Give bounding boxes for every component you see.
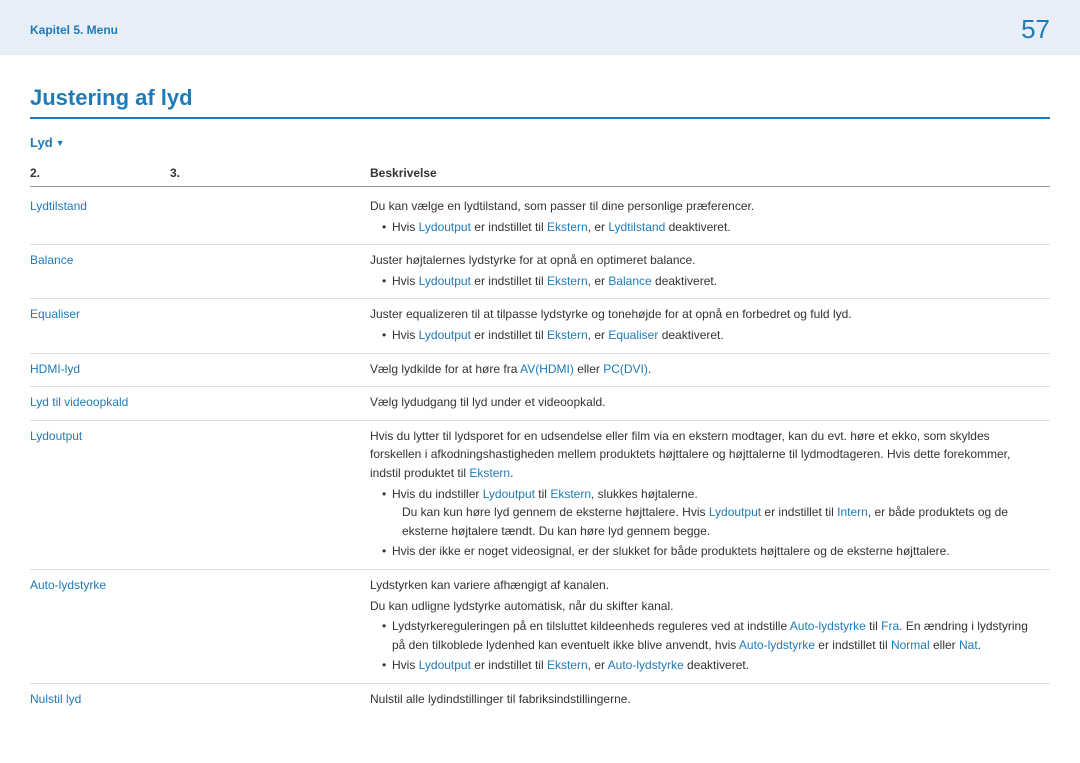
desc-text: Lydstyrken kan variere afhængigt af kana… [370, 576, 1042, 595]
bullet: Hvis Lydoutput er indstillet til Ekstern… [382, 218, 1042, 237]
bullet: Hvis Lydoutput er indstillet til Ekstern… [382, 656, 1042, 675]
desc-text: Du kan vælge en lydtilstand, som passer … [370, 197, 1042, 216]
row-label: HDMI-lyd [30, 353, 170, 387]
row-lydtilstand: Lydtilstand Du kan vælge en lydtilstand,… [30, 187, 1050, 245]
col-header-desc: Beskrivelse [370, 162, 1050, 187]
row-label: Equaliser [30, 299, 170, 353]
settings-table: 2. 3. Beskrivelse Lydtilstand Du kan væl… [30, 162, 1050, 716]
row-label: Nulstil lyd [30, 683, 170, 716]
row-label: Balance [30, 245, 170, 299]
section-label: Lyd [30, 135, 53, 150]
desc-text: Du kan udligne lydstyrke automatisk, når… [370, 597, 1042, 616]
col-header-3: 3. [170, 162, 370, 187]
bullet: Hvis du indstiller Lydoutput til Ekstern… [382, 485, 1042, 541]
desc-text: Hvis du lytter til lydsporet for en udse… [370, 427, 1042, 483]
page-header: Kapitel 5. Menu 57 [0, 0, 1080, 55]
row-lyd-videoopkald: Lyd til videoopkald Vælg lydudgang til l… [30, 387, 1050, 421]
desc-text: Juster højtalernes lydstyrke for at opnå… [370, 251, 1042, 270]
row-equaliser: Equaliser Juster equalizeren til at tilp… [30, 299, 1050, 353]
row-balance: Balance Juster højtalernes lydstyrke for… [30, 245, 1050, 299]
bullet: Hvis der ikke er noget videosignal, er d… [382, 542, 1042, 561]
row-label: Lydtilstand [30, 187, 170, 245]
page-title: Justering af lyd [30, 85, 1050, 119]
row-label: Lydoutput [30, 420, 170, 569]
desc-text: Vælg lydkilde for at høre fra AV(HDMI) e… [370, 360, 1042, 379]
col-header-2: 2. [30, 162, 170, 187]
row-lydoutput: Lydoutput Hvis du lytter til lydsporet f… [30, 420, 1050, 569]
bullet: Hvis Lydoutput er indstillet til Ekstern… [382, 326, 1042, 345]
desc-text: Nulstil alle lydindstillinger til fabrik… [370, 690, 1042, 709]
row-auto-lydstyrke: Auto-lydstyrke Lydstyrken kan variere af… [30, 569, 1050, 683]
desc-text: Vælg lydudgang til lyd under et videoopk… [370, 393, 1042, 412]
row-label: Lyd til videoopkald [30, 387, 170, 421]
chevron-down-icon: ▼ [56, 138, 65, 148]
row-nulstil-lyd: Nulstil lyd Nulstil alle lydindstillinge… [30, 683, 1050, 716]
row-label: Auto-lydstyrke [30, 569, 170, 683]
bullet: Hvis Lydoutput er indstillet til Ekstern… [382, 272, 1042, 291]
sub-text: Du kan kun høre lyd gennem de eksterne h… [392, 503, 1042, 540]
bullet: Lydstyrkereguleringen på en tilsluttet k… [382, 617, 1042, 654]
section-header: Lyd ▼ [30, 135, 65, 150]
breadcrumb: Kapitel 5. Menu [30, 23, 118, 37]
content-area: Justering af lyd Lyd ▼ 2. 3. Beskrivelse… [0, 55, 1080, 716]
row-hdmi-lyd: HDMI-lyd Vælg lydkilde for at høre fra A… [30, 353, 1050, 387]
desc-text: Juster equalizeren til at tilpasse lydst… [370, 305, 1042, 324]
page-number: 57 [1021, 14, 1050, 45]
